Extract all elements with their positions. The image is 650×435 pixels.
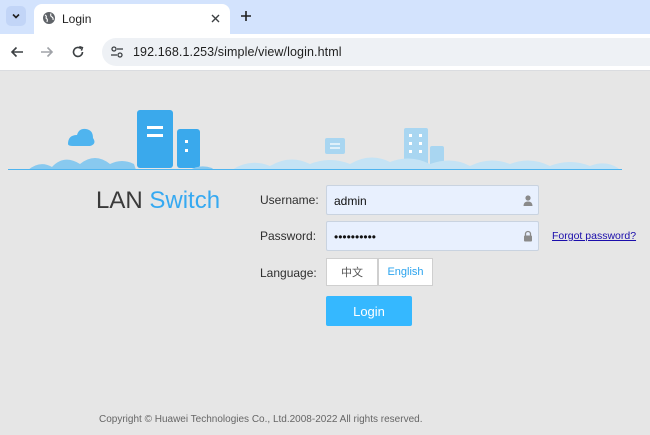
tab-search-button[interactable] [6,6,26,26]
reload-icon [72,45,84,58]
browser-tab[interactable]: Login [34,4,230,34]
browser-toolbar: 192.168.1.253/simple/view/login.html [0,34,650,71]
tab-title: Login [62,12,92,26]
login-button[interactable]: Login [326,296,412,326]
close-icon [211,14,219,22]
address-bar[interactable]: 192.168.1.253/simple/view/login.html [102,38,650,66]
brand-lan: LAN [96,187,143,214]
username-label: Username: [260,193,319,207]
password-field[interactable]: •••••••••• [326,221,539,251]
lock-icon [524,230,532,242]
address-bar-url[interactable]: 192.168.1.253/simple/view/login.html [133,45,342,59]
new-tab-button[interactable] [238,8,254,24]
arrow-left-icon [10,46,23,58]
chevron-down-icon [12,13,20,19]
arrow-right-icon [41,46,54,58]
forgot-password-link[interactable]: Forgot password? [552,230,636,242]
language-chinese-button[interactable]: 中文 [326,258,378,286]
user-icon [523,195,533,206]
password-value: •••••••••• [334,230,377,244]
login-page: LAN Switch Username: admin Password: •••… [0,72,650,435]
tune-icon[interactable] [110,45,124,59]
language-label: Language: [260,266,317,280]
plus-icon [241,11,251,21]
brand-switch: Switch [149,187,221,214]
globe-icon [43,12,55,24]
browser-tab-strip: Login [0,0,650,34]
tab-close-button[interactable] [208,11,222,25]
username-value: admin [334,194,367,208]
reload-button[interactable] [69,43,87,61]
product-logo: LAN Switch [96,187,220,215]
copyright-text: Copyright © Huawei Technologies Co., Ltd… [99,414,423,425]
language-english-button[interactable]: English [378,258,433,286]
password-label: Password: [260,229,317,243]
back-button[interactable] [8,43,26,61]
city-skyline-banner [8,110,622,170]
forward-button[interactable] [38,43,56,61]
username-field[interactable]: admin [326,185,539,215]
